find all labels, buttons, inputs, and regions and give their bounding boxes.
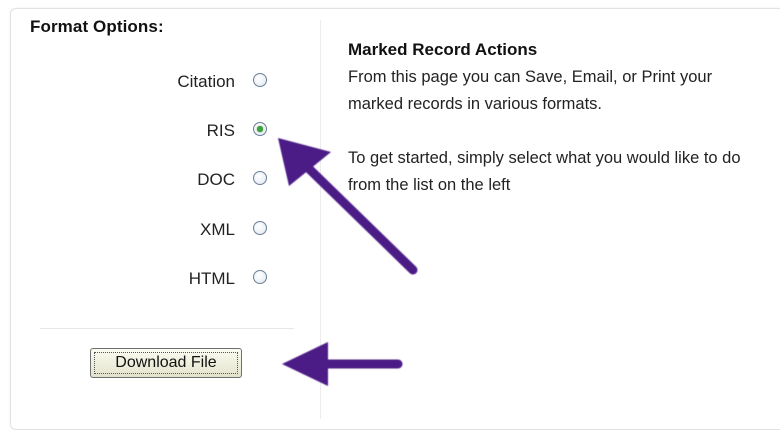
column-divider (320, 20, 321, 419)
download-file-button[interactable]: Download File (90, 348, 242, 378)
option-ris[interactable]: RIS (120, 117, 280, 145)
radio-citation[interactable] (253, 73, 267, 87)
option-doc[interactable]: DOC (120, 166, 280, 194)
option-label: HTML (188, 269, 235, 288)
radio-html[interactable] (253, 270, 267, 284)
info-paragraph-2: To get started, simply select what you w… (348, 149, 741, 194)
download-file-label: Download File (94, 352, 238, 374)
radio-selected-dot (257, 126, 263, 132)
option-xml[interactable]: XML (120, 216, 280, 244)
radio-ris[interactable] (253, 122, 267, 136)
option-citation[interactable]: Citation (120, 68, 280, 96)
marked-record-actions-heading: Marked Record Actions (348, 40, 538, 59)
option-label: XML (200, 220, 235, 239)
option-label: RIS (206, 121, 235, 140)
radio-xml[interactable] (253, 221, 267, 235)
radio-doc[interactable] (253, 171, 267, 185)
info-paragraph-1: From this page you can Save, Email, or P… (348, 68, 713, 113)
option-label: DOC (197, 170, 235, 189)
option-label: Citation (177, 72, 235, 91)
options-divider (40, 328, 294, 329)
option-html[interactable]: HTML (120, 265, 280, 293)
format-options-title: Format Options: (30, 17, 164, 36)
